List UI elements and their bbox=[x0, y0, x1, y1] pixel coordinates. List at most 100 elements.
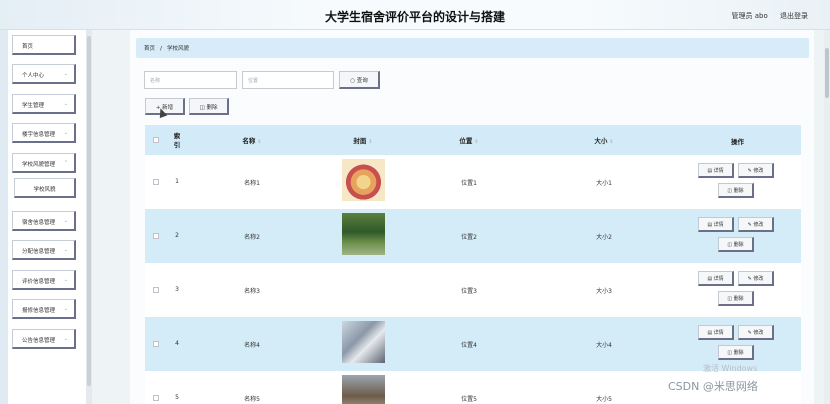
row-location: 位置3 bbox=[461, 288, 477, 295]
cover-image bbox=[342, 213, 385, 255]
search-icon: ○ bbox=[350, 78, 356, 84]
row-checkbox[interactable] bbox=[153, 179, 159, 185]
main-scrollbar[interactable] bbox=[824, 30, 830, 404]
name-search-input[interactable]: 名称 bbox=[144, 71, 237, 89]
delete-button-label: 删除 bbox=[206, 105, 218, 111]
document-icon: ▤ bbox=[707, 222, 713, 228]
cover-image bbox=[342, 375, 385, 404]
delete-button[interactable]: ◫ 删除 bbox=[718, 291, 754, 306]
sidebar-item-repair-management[interactable]: 报修信息管理 ⌄ bbox=[12, 299, 76, 319]
sidebar-item-campus-scenery-management[interactable]: 学校风貌管理 ⌃ bbox=[12, 153, 76, 173]
page-title: 大学生宿舍评价平台的设计与搭建 bbox=[324, 10, 505, 24]
trash-icon: ◫ bbox=[727, 242, 733, 248]
table-row: 1 名称1 位置1 大小1 ▤ 详情 ✎ 修改 ◫ 删除 bbox=[145, 155, 801, 209]
edit-button[interactable]: ✎ 修改 bbox=[738, 217, 774, 232]
search-button[interactable]: ○ 查询 bbox=[339, 71, 380, 89]
row-checkbox[interactable] bbox=[153, 341, 159, 347]
sidebar-item-label: 公告信息管理 bbox=[22, 338, 56, 344]
column-header-label: 大小 bbox=[594, 137, 608, 145]
chevron-down-icon: ⌄ bbox=[63, 336, 68, 342]
chevron-down-icon: ⌄ bbox=[63, 101, 68, 107]
cover-image bbox=[342, 159, 385, 201]
breadcrumb-current: 学校风貌 bbox=[167, 46, 190, 52]
sidebar-item-building-management[interactable]: 楼宇信息管理 ⌄ bbox=[12, 123, 76, 143]
select-all-checkbox[interactable] bbox=[153, 137, 159, 143]
delete-button-label: 删除 bbox=[733, 350, 744, 356]
sidebar-scrollbar[interactable] bbox=[86, 30, 92, 404]
edit-button-label: 修改 bbox=[753, 222, 764, 228]
row-name: 名称3 bbox=[244, 288, 260, 295]
table-header: 索引 名称 ⇕ 封面 ⇕ 位置 ⇕ 大小 ⇕ 操作 bbox=[145, 125, 801, 155]
sort-icon: ⇕ bbox=[368, 139, 373, 145]
chevron-down-icon: ⌄ bbox=[63, 277, 68, 283]
delete-button-label: 删除 bbox=[733, 296, 744, 302]
sidebar-scroll-thumb[interactable] bbox=[87, 36, 91, 386]
sidebar-item-dorm-management[interactable]: 宿舍信息管理 ⌄ bbox=[12, 211, 76, 231]
delete-button-label: 删除 bbox=[733, 188, 744, 194]
sidebar-item-label: 首页 bbox=[22, 44, 34, 50]
logout-link[interactable]: 退出登录 bbox=[780, 12, 808, 20]
sidebar-item-campus-scenery[interactable]: 学校风貌 bbox=[14, 178, 76, 198]
delete-button[interactable]: ◫ 删除 bbox=[718, 237, 754, 252]
edit-button[interactable]: ✎ 修改 bbox=[738, 163, 774, 178]
breadcrumb-home[interactable]: 首页 bbox=[144, 46, 155, 52]
edit-button-label: 修改 bbox=[753, 330, 764, 336]
row-name: 名称2 bbox=[244, 234, 260, 241]
row-location: 位置5 bbox=[461, 396, 477, 403]
sidebar-item-label: 个人中心 bbox=[22, 73, 45, 79]
detail-button[interactable]: ▤ 详情 bbox=[698, 271, 734, 286]
header-user-area: 管理员 abo 退出登录 bbox=[722, 11, 808, 21]
csdn-watermark: CSDN @米思网络 bbox=[668, 380, 758, 393]
delete-button[interactable]: ◫ 删除 bbox=[718, 345, 754, 360]
document-icon: ▤ bbox=[707, 168, 713, 174]
document-icon: ▤ bbox=[707, 330, 713, 336]
column-header-label: 索引 bbox=[173, 132, 181, 149]
row-index: 3 bbox=[175, 286, 179, 293]
app-header: 大学生宿舍评价平台的设计与搭建 管理员 abo 退出登录 bbox=[0, 0, 830, 30]
sidebar-item-label: 分配信息管理 bbox=[22, 249, 56, 255]
trash-icon: ◫ bbox=[727, 188, 733, 194]
row-checkbox[interactable] bbox=[153, 233, 159, 239]
row-size: 大小5 bbox=[596, 396, 612, 403]
location-search-input[interactable]: 位置 bbox=[242, 71, 334, 89]
breadcrumb: 首页 / 学校风貌 bbox=[136, 38, 809, 58]
row-location: 位置2 bbox=[461, 234, 477, 241]
trash-icon: ◫ bbox=[727, 350, 733, 356]
sidebar-item-label: 学生管理 bbox=[22, 103, 45, 109]
batch-delete-button[interactable]: ◫ 删除 bbox=[189, 98, 229, 115]
sort-icon: ⇕ bbox=[257, 139, 262, 145]
detail-button[interactable]: ▤ 详情 bbox=[698, 325, 734, 340]
row-checkbox[interactable] bbox=[153, 395, 159, 401]
column-header-label: 操作 bbox=[731, 138, 744, 146]
sidebar-item-notice-management[interactable]: 公告信息管理 ⌄ bbox=[12, 329, 76, 349]
sidebar-item-label: 评价信息管理 bbox=[22, 279, 56, 285]
sidebar-item-allocation-management[interactable]: 分配信息管理 ⌄ bbox=[12, 240, 76, 260]
edit-button[interactable]: ✎ 修改 bbox=[738, 325, 774, 340]
detail-button[interactable]: ▤ 详情 bbox=[698, 163, 734, 178]
delete-button-label: 删除 bbox=[733, 242, 744, 248]
main-scroll-thumb[interactable] bbox=[825, 48, 829, 98]
sort-icon: ⇕ bbox=[474, 139, 479, 145]
sort-icon: ⇕ bbox=[609, 139, 614, 145]
row-index: 5 bbox=[175, 394, 179, 401]
sidebar-item-home[interactable]: 首页 bbox=[12, 35, 76, 55]
row-location: 位置4 bbox=[461, 342, 477, 349]
detail-button-label: 详情 bbox=[713, 168, 724, 174]
delete-button[interactable]: ◫ 删除 bbox=[718, 183, 754, 198]
detail-button-label: 详情 bbox=[713, 222, 724, 228]
sidebar-item-label: 宿舍信息管理 bbox=[22, 220, 56, 226]
table-row: 3 名称3 位置3 大小3 ▤ 详情 ✎ 修改 ◫ 删除 bbox=[145, 263, 801, 317]
edit-button[interactable]: ✎ 修改 bbox=[738, 271, 774, 286]
cover-image bbox=[342, 321, 385, 363]
sidebar-item-evaluation-management[interactable]: 评价信息管理 ⌄ bbox=[12, 270, 76, 290]
document-icon: ▤ bbox=[707, 276, 713, 282]
pencil-icon: ✎ bbox=[747, 276, 752, 282]
sidebar-item-personal-center[interactable]: 个人中心 ⌄ bbox=[12, 64, 76, 84]
detail-button[interactable]: ▤ 详情 bbox=[698, 217, 734, 232]
row-index: 4 bbox=[175, 340, 179, 347]
detail-button-label: 详情 bbox=[713, 276, 724, 282]
sidebar-item-student-management[interactable]: 学生管理 ⌄ bbox=[12, 94, 76, 114]
trash-icon: ◫ bbox=[727, 296, 733, 302]
row-checkbox[interactable] bbox=[153, 287, 159, 293]
edit-button-label: 修改 bbox=[753, 276, 764, 282]
